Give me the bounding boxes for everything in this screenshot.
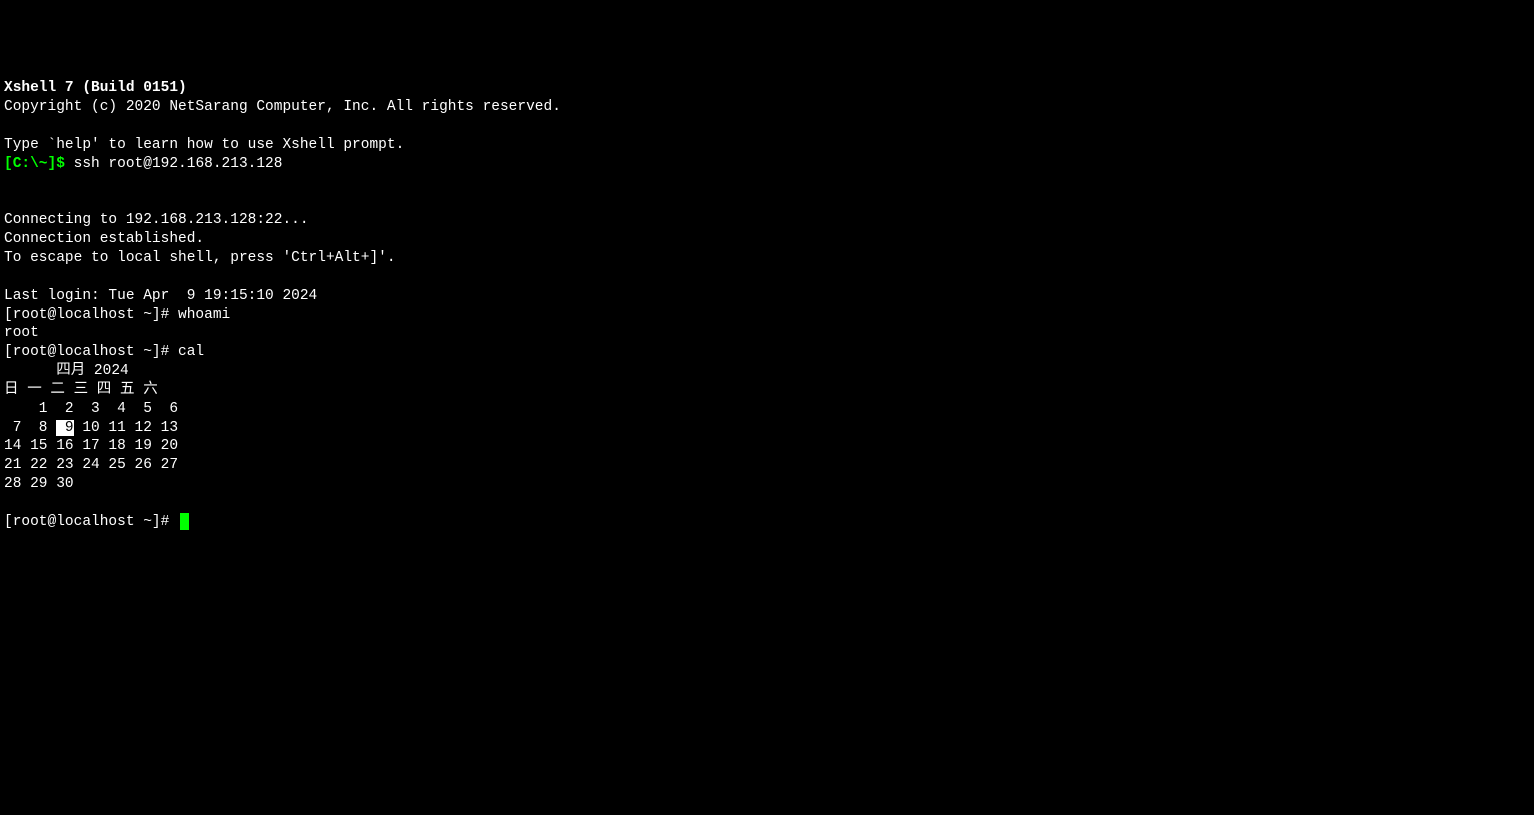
last-login-line: Last login: Tue Apr 9 19:15:10 2024 — [4, 288, 317, 304]
calendar-header: 日 一 二 三 四 五 六 — [4, 382, 158, 398]
calendar-row-2-post: 10 11 12 13 — [74, 420, 178, 436]
ssh-command: ssh root@192.168.213.128 — [74, 156, 283, 172]
remote-prompt-1: [root@localhost ~]# — [4, 307, 178, 323]
calendar-row-2-pre: 7 8 — [4, 420, 56, 436]
escape-line: To escape to local shell, press 'Ctrl+Al… — [4, 250, 396, 266]
whoami-output: root — [4, 325, 39, 341]
established-line: Connection established. — [4, 231, 204, 247]
cal-command: cal — [178, 344, 204, 360]
calendar-row-5: 28 29 30 — [4, 476, 74, 492]
calendar-row-3: 14 15 16 17 18 19 20 — [4, 438, 178, 454]
remote-prompt-2: [root@localhost ~]# — [4, 344, 178, 360]
calendar-title: 四月 2024 — [4, 363, 172, 379]
calendar-row-1: 1 2 3 4 5 6 — [4, 401, 178, 417]
connecting-line: Connecting to 192.168.213.128:22... — [4, 212, 309, 228]
whoami-command: whoami — [178, 307, 230, 323]
terminal-output[interactable]: Xshell 7 (Build 0151) Copyright (c) 2020… — [4, 79, 1530, 531]
calendar-today: 9 — [56, 420, 73, 436]
cursor[interactable] — [180, 513, 189, 530]
help-line: Type `help' to learn how to use Xshell p… — [4, 137, 404, 153]
app-title: Xshell 7 (Build 0151) — [4, 80, 187, 96]
calendar-row-4: 21 22 23 24 25 26 27 — [4, 457, 178, 473]
remote-prompt-3: [root@localhost ~]# — [4, 514, 178, 530]
copyright-line: Copyright (c) 2020 NetSarang Computer, I… — [4, 99, 561, 115]
local-prompt: [C:\~]$ — [4, 156, 74, 172]
